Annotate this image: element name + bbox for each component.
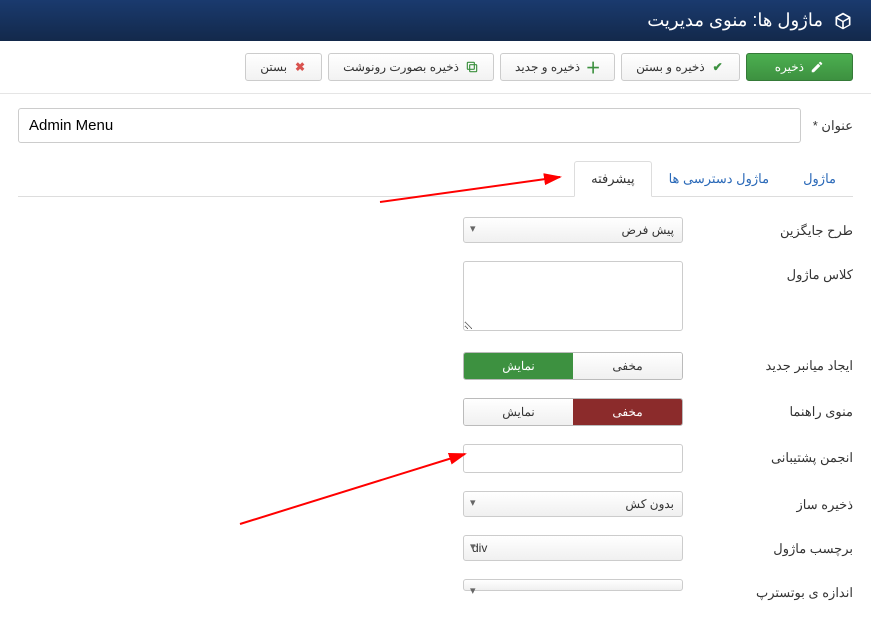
field-module-class: کلاس ماژول: [18, 261, 853, 334]
module-class-input[interactable]: [463, 261, 683, 331]
support-forum-input[interactable]: [463, 444, 683, 473]
field-module-tag: برچسب ماژول div: [18, 535, 853, 561]
tab-module[interactable]: ماژول: [786, 161, 853, 197]
save-copy-button[interactable]: ذخیره بصورت رونوشت: [328, 53, 494, 81]
help-menu-hide[interactable]: مخفی: [573, 399, 682, 425]
save-label: ذخیره: [775, 60, 804, 74]
save-new-button[interactable]: ＋ ذخیره و جدید: [500, 53, 615, 81]
cube-icon: [833, 11, 853, 31]
save-copy-label: ذخیره بصورت رونوشت: [343, 60, 459, 74]
new-shortcut-show[interactable]: نمایش: [464, 353, 573, 379]
title-label: عنوان *: [813, 118, 853, 134]
toolbar: ذخیره ✔ ذخیره و بستن ＋ ذخیره و جدید ذخیر…: [0, 41, 871, 94]
bootstrap-size-select[interactable]: [463, 579, 683, 591]
cache-label: ذخیره ساز: [683, 491, 853, 513]
alt-layout-label: طرح جایگزین: [683, 217, 853, 239]
module-class-label: کلاس ماژول: [683, 261, 853, 283]
title-input[interactable]: [18, 108, 801, 143]
module-tag-label: برچسب ماژول: [683, 535, 853, 557]
close-button[interactable]: ✖ بستن: [245, 53, 322, 81]
new-shortcut-label: ایجاد میانبر جدید: [683, 352, 853, 374]
support-forum-label: انجمن پشتیبانی: [683, 444, 853, 466]
tabs: ماژول ماژول دسترسی ها پیشرفته: [18, 161, 853, 197]
tab-advanced[interactable]: پیشرفته: [574, 161, 651, 197]
field-help-menu: منوی راهنما مخفی نمایش: [18, 398, 853, 426]
form-area: عنوان * ماژول ماژول دسترسی ها پیشرفته طر…: [0, 94, 871, 633]
field-cache: ذخیره ساز بدون کش: [18, 491, 853, 517]
module-tag-select[interactable]: div: [463, 535, 683, 561]
save-close-button[interactable]: ✔ ذخیره و بستن: [621, 53, 740, 81]
new-shortcut-toggle[interactable]: مخفی نمایش: [463, 352, 683, 380]
new-shortcut-hide[interactable]: مخفی: [573, 353, 682, 379]
save-new-label: ذخیره و جدید: [515, 60, 580, 74]
help-menu-show[interactable]: نمایش: [464, 399, 573, 425]
copy-icon: [465, 60, 479, 74]
plus-icon: ＋: [586, 60, 600, 74]
cache-select[interactable]: بدون کش: [463, 491, 683, 517]
field-support-forum: انجمن پشتیبانی: [18, 444, 853, 473]
bootstrap-size-label: اندازه ی بوتسترپ: [683, 579, 853, 601]
save-close-label: ذخیره و بستن: [636, 60, 705, 74]
check-icon: ✔: [711, 60, 725, 74]
field-alt-layout: طرح جایگزین پیش فرض: [18, 217, 853, 243]
field-bootstrap-size: اندازه ی بوتسترپ: [18, 579, 853, 601]
page-title: ماژول ها: منوی مدیریت: [647, 10, 823, 31]
close-icon: ✖: [293, 60, 307, 74]
save-button[interactable]: ذخیره: [746, 53, 853, 81]
save-icon: [810, 60, 824, 74]
tab-access[interactable]: ماژول دسترسی ها: [652, 161, 786, 197]
close-label: بستن: [260, 60, 287, 74]
page-header: ماژول ها: منوی مدیریت: [0, 0, 871, 41]
field-new-shortcut: ایجاد میانبر جدید مخفی نمایش: [18, 352, 853, 380]
title-row: عنوان *: [18, 108, 853, 143]
help-menu-label: منوی راهنما: [683, 398, 853, 420]
help-menu-toggle[interactable]: مخفی نمایش: [463, 398, 683, 426]
alt-layout-select[interactable]: پیش فرض: [463, 217, 683, 243]
